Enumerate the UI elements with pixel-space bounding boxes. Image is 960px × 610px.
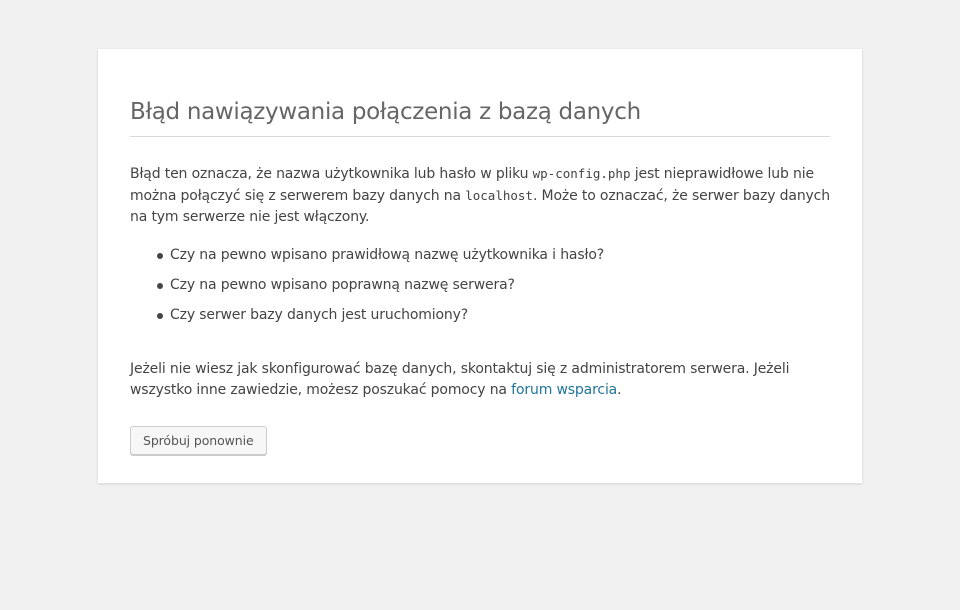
database-host: localhost xyxy=(465,188,533,203)
troubleshooting-checklist: Czy na pewno wpisano prawidłową nazwę uż… xyxy=(130,245,830,335)
support-forum-link[interactable]: forum wsparcia xyxy=(511,382,617,398)
error-title: Błąd nawiązywania połączenia z bazą dany… xyxy=(130,49,830,137)
config-file-name: wp-config.php xyxy=(532,166,631,181)
list-item: Czy serwer bazy danych jest uruchomiony? xyxy=(130,305,830,335)
help-text-part: Jeżeli nie wiesz jak skonfigurować bazę … xyxy=(130,361,790,398)
error-description-text: Błąd ten oznacza, że nazwa użytkownika l… xyxy=(130,166,533,182)
bullet-icon xyxy=(157,253,163,259)
bullet-icon xyxy=(157,313,163,319)
list-item-text: Czy na pewno wpisano prawidłową nazwę uż… xyxy=(170,247,605,263)
help-text-part: . xyxy=(617,382,622,398)
list-item-text: Czy serwer bazy danych jest uruchomiony? xyxy=(170,307,469,323)
error-card: Błąd nawiązywania połączenia z bazą dany… xyxy=(98,49,862,483)
bullet-icon xyxy=(157,283,163,289)
list-item-text: Czy na pewno wpisano poprawną nazwę serw… xyxy=(170,277,515,293)
help-text: Jeżeli nie wiesz jak skonfigurować bazę … xyxy=(130,359,830,401)
list-item: Czy na pewno wpisano prawidłową nazwę uż… xyxy=(130,245,830,275)
list-item: Czy na pewno wpisano poprawną nazwę serw… xyxy=(130,275,830,305)
retry-button[interactable]: Spróbuj ponownie xyxy=(130,426,267,455)
error-description: Błąd ten oznacza, że nazwa użytkownika l… xyxy=(130,163,830,228)
